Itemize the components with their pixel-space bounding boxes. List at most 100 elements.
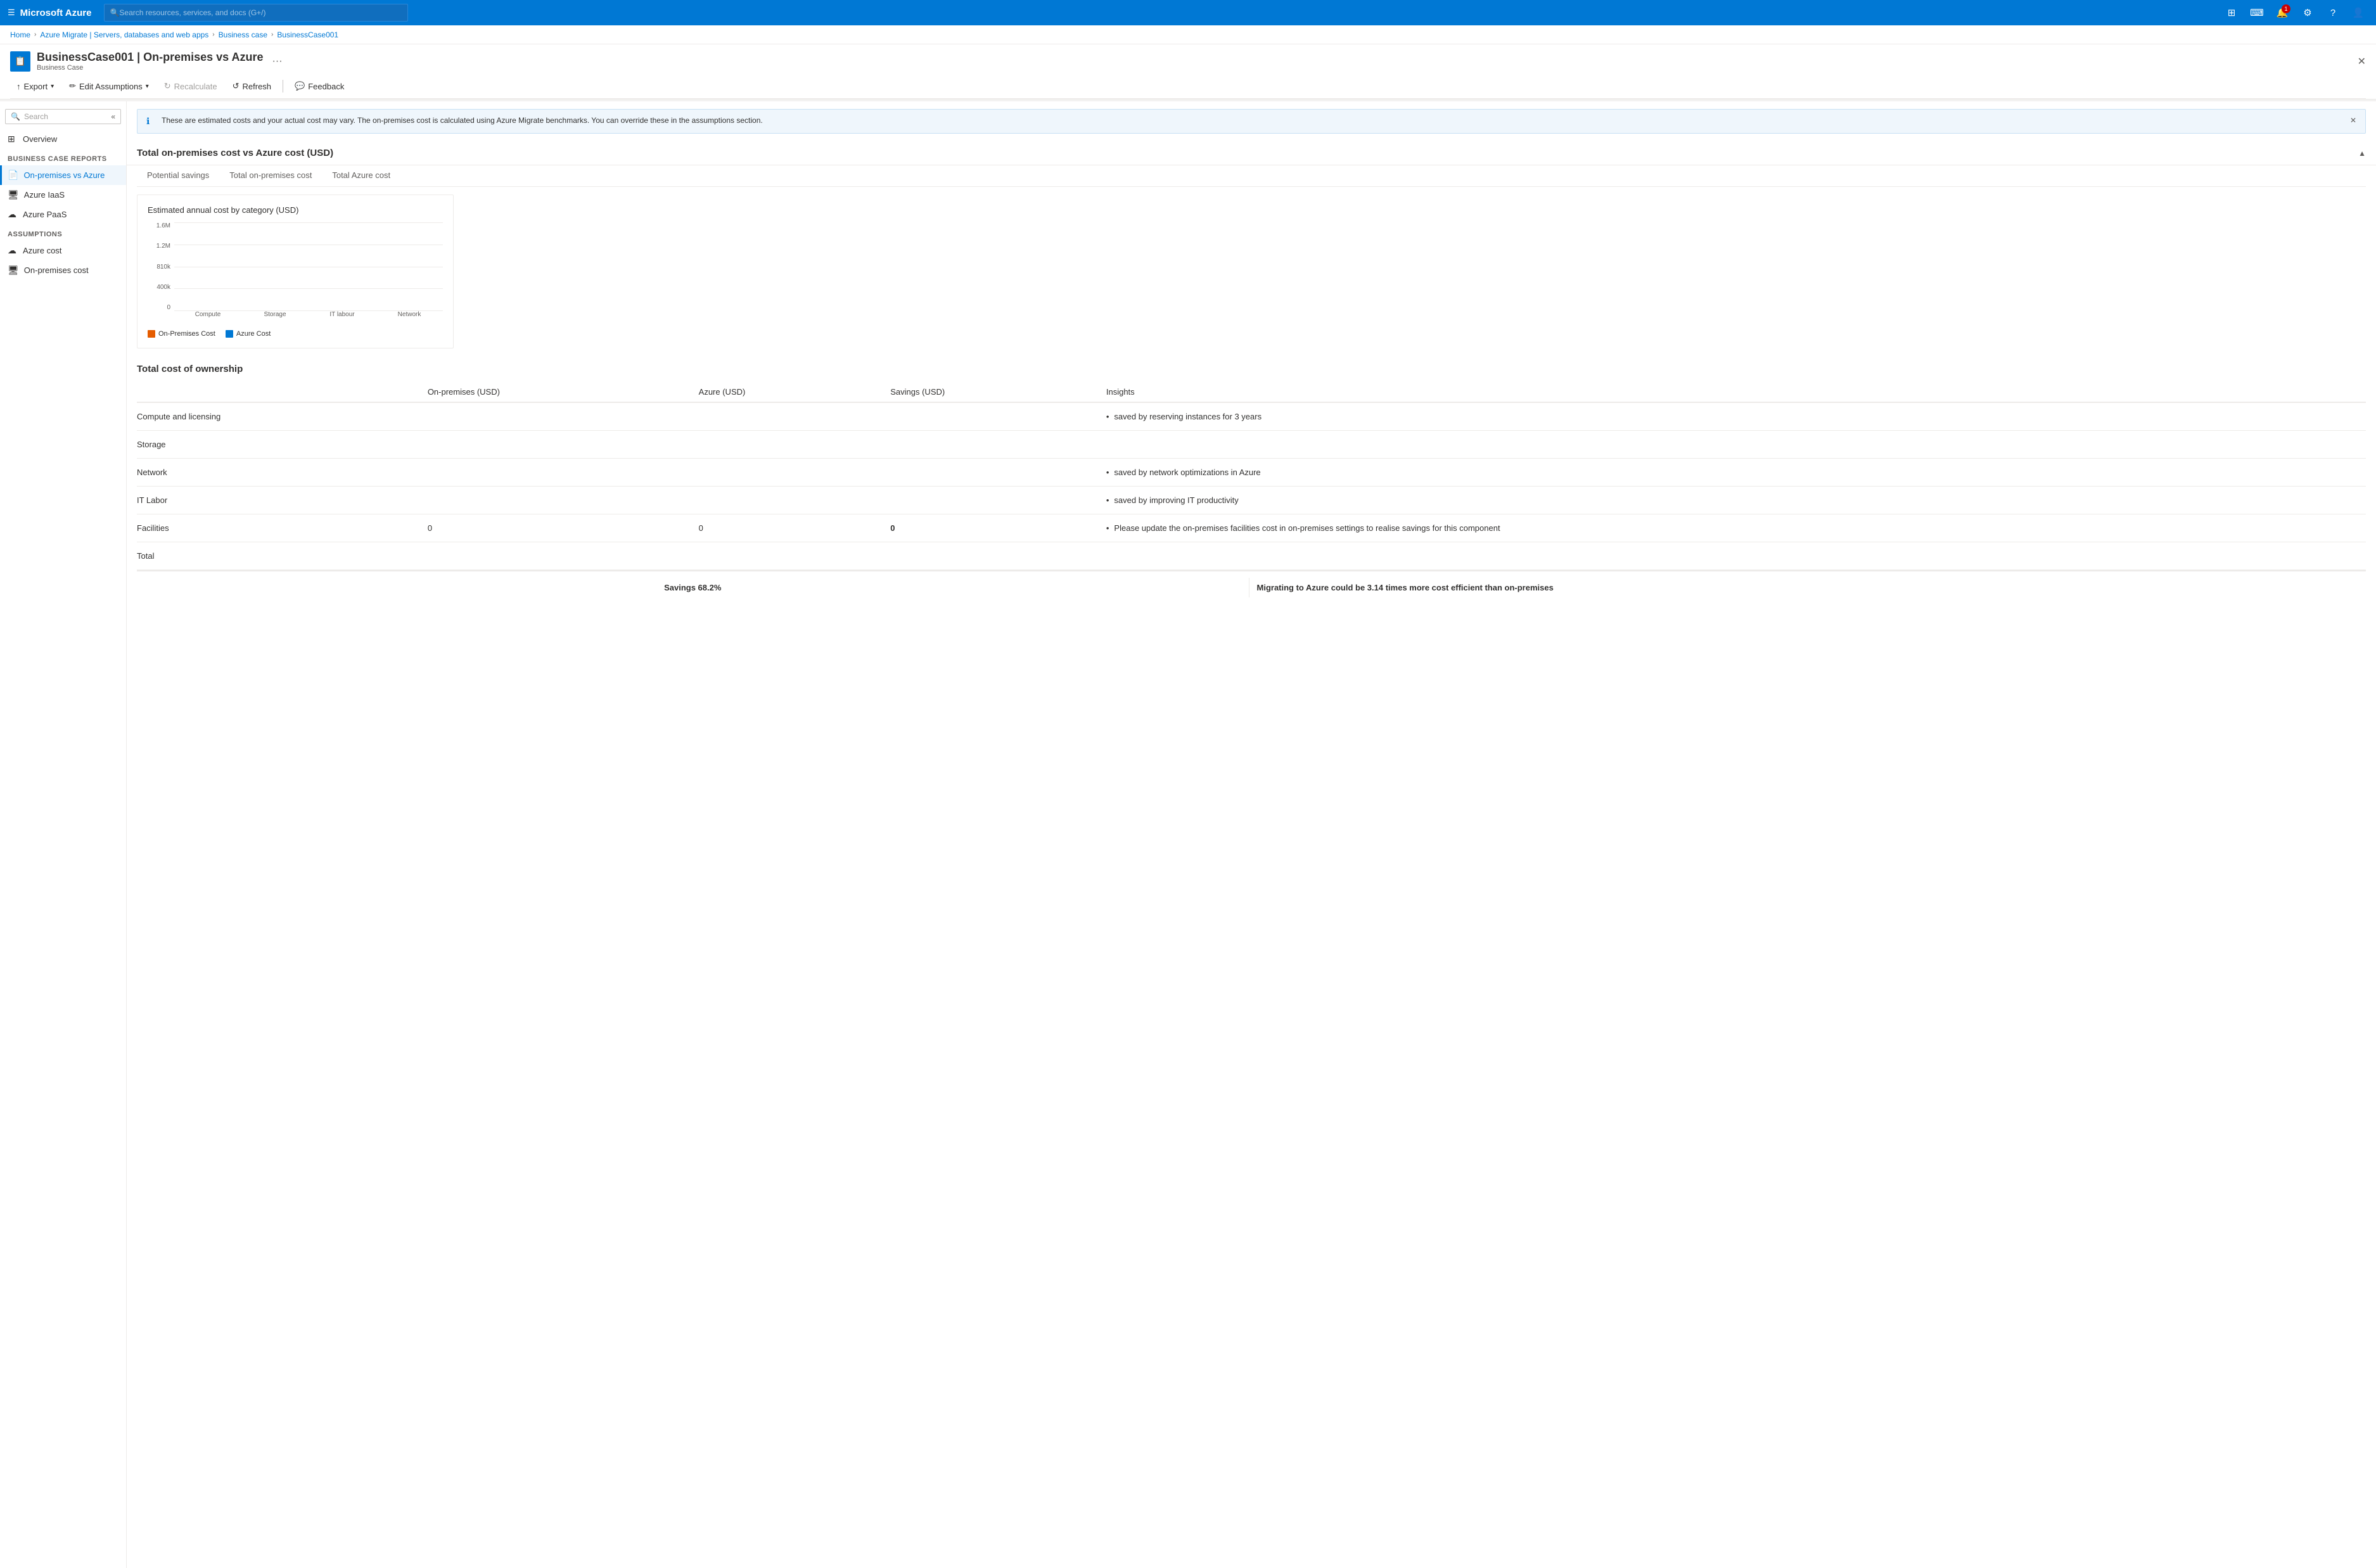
portal-feedback-icon[interactable]: ⊞ (2221, 3, 2242, 23)
x-label-3: Network (376, 311, 443, 324)
bullet-icon: • (1106, 412, 1109, 421)
cost-tabs: Potential savings Total on-premises cost… (137, 165, 2366, 187)
sidebar-search[interactable]: 🔍 « (5, 109, 121, 124)
edit-icon: ✏ (69, 81, 76, 91)
tco-cell-azure-3 (691, 487, 883, 514)
legend-azure: Azure Cost (226, 330, 271, 338)
overview-icon: ⊞ (8, 134, 18, 144)
recalculate-button[interactable]: ↻ Recalculate (158, 78, 224, 94)
main-content: ℹ These are estimated costs and your act… (127, 101, 2376, 1568)
sidebar-item-azure-paas[interactable]: ☁ Azure PaaS (0, 205, 126, 224)
x-label-2: IT labour (309, 311, 376, 324)
sidebar-assumption-label-1: On-premises cost (24, 265, 89, 275)
iaas-icon: 🖥 (8, 189, 19, 200)
section-header-total-cost[interactable]: Total on-premises cost vs Azure cost (US… (127, 141, 2376, 165)
main-layout: 🔍 « ⊞ Overview Business case reports 📄 O… (0, 101, 2376, 1568)
paas-icon: ☁ (8, 209, 18, 220)
tco-col-insights: Insights (1099, 382, 2366, 402)
tab-potential-savings[interactable]: Potential savings (137, 165, 219, 186)
tco-cell-azure-4: 0 (691, 514, 883, 542)
tab-total-on-premises-cost[interactable]: Total on-premises cost (219, 165, 322, 186)
page-header: 📋 BusinessCase001 | On-premises vs Azure… (0, 44, 2376, 99)
tco-cell-insight-2: •saved by network optimizations in Azure (1099, 459, 2366, 487)
tco-col-azure: Azure (USD) (691, 382, 883, 402)
export-button[interactable]: ↑ Export ▾ (10, 79, 60, 94)
tco-title: Total cost of ownership (137, 364, 2366, 374)
nav-icons: ⊞ ⌨ 🔔 1 ⚙ ? 👤 (2221, 3, 2368, 23)
chart-section: Estimated annual cost by category (USD) … (127, 194, 2376, 348)
export-dropdown-icon: ▾ (51, 83, 54, 90)
tco-cell-label-0: Compute and licensing (137, 402, 420, 431)
sidebar-overview-label: Overview (23, 134, 57, 144)
close-button[interactable]: ✕ (2358, 55, 2366, 68)
tco-cell-savings-4: 0 (883, 514, 1099, 542)
sidebar-item-on-premises-vs-azure[interactable]: 📄 On-premises vs Azure (0, 165, 126, 185)
sidebar-item-azure-iaas[interactable]: 🖥 Azure IaaS (0, 185, 126, 205)
tco-row-0: Compute and licensing •saved by reserving… (137, 402, 2366, 431)
legend-label-1: Azure Cost (236, 330, 271, 338)
tco-cell-insight-0: •saved by reserving instances for 3 year… (1099, 402, 2366, 431)
y-label-2: 810k (148, 264, 170, 271)
app-logo: Microsoft Azure (20, 8, 92, 18)
refresh-button[interactable]: ↺ Refresh (226, 78, 278, 94)
breadcrumb: Home › Azure Migrate | Servers, database… (0, 25, 2376, 44)
sidebar-item-label-0: On-premises vs Azure (23, 170, 105, 180)
page-title-block: BusinessCase001 | On-premises vs Azure B… (37, 51, 264, 72)
tco-cell-onprem-0 (420, 402, 691, 431)
tco-cell-savings-5 (883, 542, 1099, 570)
close-info-button[interactable]: ✕ (2350, 116, 2356, 125)
tco-cell-insight-4: •Please update the on-premises facilitie… (1099, 514, 2366, 542)
global-search-bar[interactable]: 🔍 (104, 4, 408, 22)
edit-assumptions-button[interactable]: ✏ Edit Assumptions ▾ (63, 78, 155, 94)
sidebar-collapse-button[interactable]: « (111, 112, 115, 121)
sidebar-item-azure-cost[interactable]: ☁ Azure cost (0, 241, 126, 260)
sidebar-item-label-1: Azure IaaS (24, 190, 65, 200)
feedback-icon: 💬 (295, 81, 305, 91)
tco-cell-savings-1 (883, 431, 1099, 459)
breadcrumb-business-case-001[interactable]: BusinessCase001 (277, 30, 338, 39)
tco-cell-azure-1 (691, 431, 883, 459)
sidebar-item-on-premises-cost[interactable]: 🖥 On-premises cost (0, 260, 126, 280)
tco-col-on-premises: On-premises (USD) (420, 382, 691, 402)
cloud-shell-icon[interactable]: ⌨ (2247, 3, 2267, 23)
breadcrumb-sep-2: › (212, 31, 214, 38)
notifications-icon[interactable]: 🔔 1 (2272, 3, 2292, 23)
tco-cell-onprem-2 (420, 459, 691, 487)
chart-legend: On-Premises Cost Azure Cost (148, 330, 443, 338)
profile-icon[interactable]: 👤 (2348, 3, 2368, 23)
tco-row-3: IT Labor•saved by improving IT productiv… (137, 487, 2366, 514)
global-search-input[interactable] (119, 8, 402, 17)
top-navigation: ☰ Microsoft Azure 🔍 ⊞ ⌨ 🔔 1 ⚙ ? 👤 (0, 0, 2376, 25)
breadcrumb-sep-1: › (34, 31, 36, 38)
tab-total-azure-cost[interactable]: Total Azure cost (322, 165, 400, 186)
sidebar-item-label-2: Azure PaaS (23, 210, 67, 219)
chart-y-axis: 1.6M 1.2M 810k 400k 0 (148, 222, 170, 324)
breadcrumb-home[interactable]: Home (10, 30, 30, 39)
tco-cell-onprem-4: 0 (420, 514, 691, 542)
more-options-button[interactable]: ··· (272, 56, 283, 67)
sidebar: 🔍 « ⊞ Overview Business case reports 📄 O… (0, 101, 127, 1568)
sidebar-search-input[interactable] (24, 112, 107, 121)
settings-icon[interactable]: ⚙ (2297, 3, 2318, 23)
tco-row-1: Storage (137, 431, 2366, 459)
info-banner-text: These are estimated costs and your actua… (162, 116, 763, 125)
bar-chart-container: Estimated annual cost by category (USD) … (137, 194, 454, 348)
export-icon: ↑ (16, 82, 21, 91)
tco-cell-insight-1 (1099, 431, 2366, 459)
help-icon[interactable]: ? (2323, 3, 2343, 23)
tco-cell-onprem-1 (420, 431, 691, 459)
y-label-4: 0 (148, 304, 170, 311)
tco-col-category (137, 382, 420, 402)
bullet-icon: • (1106, 495, 1109, 505)
sidebar-item-overview[interactable]: ⊞ Overview (0, 129, 126, 149)
toolbar: ↑ Export ▾ ✏ Edit Assumptions ▾ ↻ Recalc… (10, 74, 2366, 99)
feedback-button[interactable]: 💬 Feedback (288, 78, 350, 94)
tco-row-5: Total (137, 542, 2366, 570)
tco-cell-label-1: Storage (137, 431, 420, 459)
legend-label-0: On-Premises Cost (158, 330, 215, 338)
breadcrumb-business-case[interactable]: Business case (219, 30, 267, 39)
breadcrumb-azure-migrate[interactable]: Azure Migrate | Servers, databases and w… (40, 30, 208, 39)
page-subtitle: Business Case (37, 64, 264, 72)
hamburger-icon[interactable]: ☰ (8, 8, 15, 18)
on-premises-cost-icon: 🖥 (8, 265, 19, 276)
